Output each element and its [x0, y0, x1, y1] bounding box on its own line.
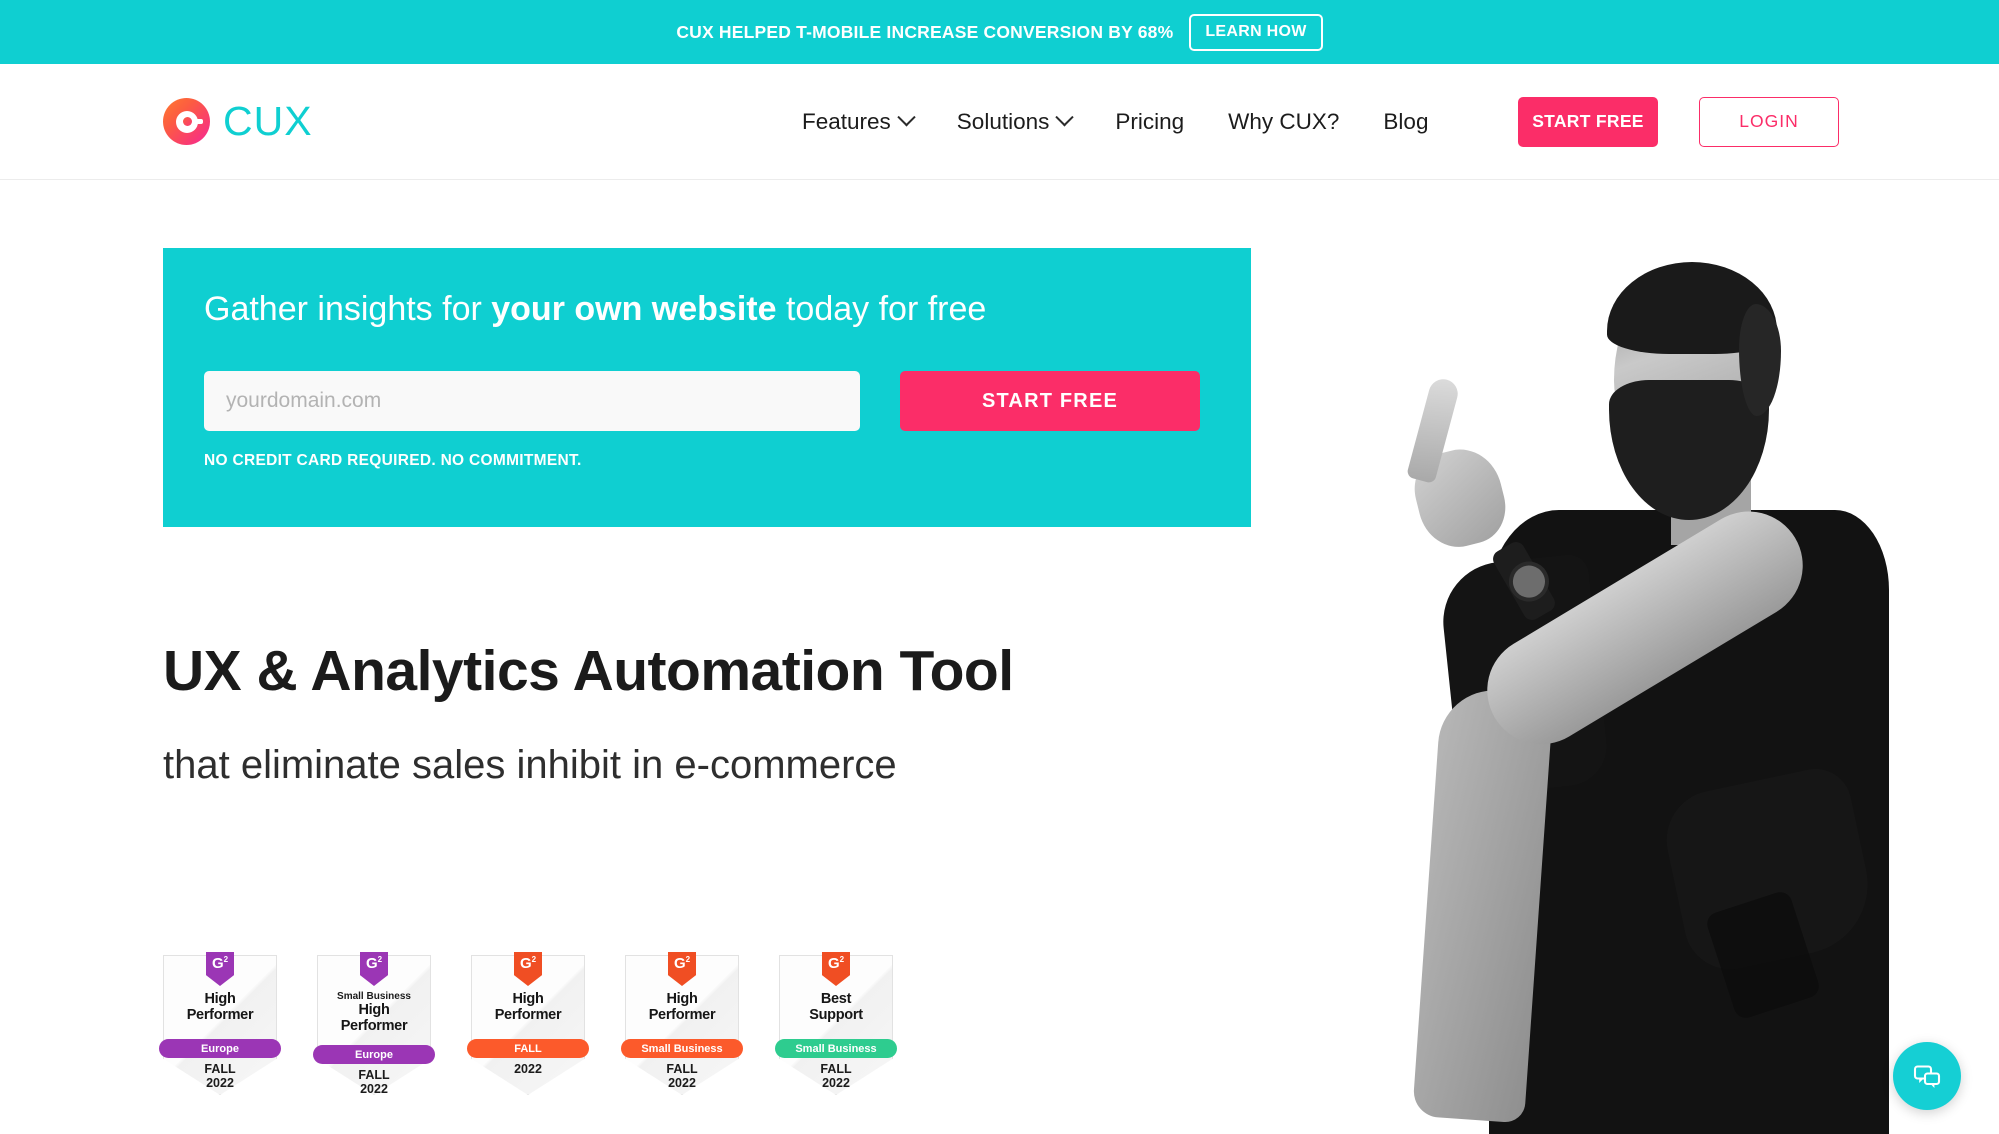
nav-item-blog[interactable]: Blog [1361, 109, 1450, 135]
logo[interactable]: CUX [163, 98, 313, 145]
nav-item-features[interactable]: Features [780, 108, 935, 135]
start-free-header-button[interactable]: START FREE [1518, 96, 1658, 147]
badge-text: High Performer [625, 991, 739, 1023]
domain-input[interactable] [204, 371, 860, 431]
logo-text: CUX [223, 98, 313, 144]
portrait-watch [1489, 538, 1559, 624]
portrait-head [1614, 270, 1766, 466]
announcement-text: CUX HELPED T-MOBILE INCREASE CONVERSION … [676, 21, 1174, 42]
announcement-bar: CUX HELPED T-MOBILE INCREASE CONVERSION … [0, 0, 1999, 64]
nav-label: Why CUX? [1228, 108, 1340, 134]
portrait-neck [1671, 475, 1751, 545]
badge-ribbon: Small Business [621, 1039, 743, 1058]
portrait-shoulder [1437, 552, 1611, 798]
nav-item-why-cux[interactable]: Why CUX? [1206, 109, 1361, 135]
signup-card: Gather insights for your own website tod… [163, 248, 1251, 527]
badge-period-label: FALL 2022 [204, 1062, 236, 1091]
learn-how-button[interactable]: LEARN HOW [1189, 13, 1323, 51]
page-subtitle: that eliminate sales inhibit in e-commer… [163, 743, 897, 787]
g2-badges-row: G2 High Performer Europe FALL 2022 G2 Small Bus… [159, 952, 897, 1097]
nav-item-solutions[interactable]: Solutions [935, 108, 1094, 135]
badge-text: Small Business High Performer [317, 991, 431, 1034]
portrait-forearm [1412, 686, 1554, 1124]
badge-award-label: Best Support [809, 991, 863, 1024]
signup-fine-print: NO CREDIT CARD REQUIRED. NO COMMITMENT. [204, 452, 582, 469]
badge-text: High Performer [471, 991, 585, 1023]
portrait-figure [1299, 260, 1919, 1134]
badge-period-label: 2022 [514, 1062, 542, 1076]
g2-badge[interactable]: G2 High Performer Europe FALL 2022 [159, 952, 281, 1095]
hero-portrait-image [1239, 180, 1999, 1134]
badge-ribbon: FALL [467, 1039, 589, 1058]
badge-period-label: FALL 2022 [820, 1062, 852, 1091]
g2-badge[interactable]: G2 Small Business High Performer Europe FALL 2… [313, 952, 435, 1097]
portrait-pointing-finger [1406, 376, 1461, 484]
signup-submit-button[interactable]: START FREE [900, 371, 1200, 431]
badge-ribbon: Europe [159, 1039, 281, 1058]
portrait-sleeve [1657, 762, 1881, 978]
g2-badge[interactable]: G2 High Performer FALL 2022 [467, 952, 589, 1095]
cux-logo-icon [163, 98, 210, 145]
badge-text: High Performer [163, 991, 277, 1023]
logo-pointer-dot [183, 117, 192, 126]
nav-label: Blog [1383, 108, 1429, 134]
portrait-hair [1607, 262, 1777, 354]
g2-badge[interactable]: G2 Best Support Small Business FALL 2022 [775, 952, 897, 1095]
portrait-tattoo [1704, 889, 1822, 1021]
g2-badge[interactable]: G2 High Performer Small Business FALL 2022 [621, 952, 743, 1095]
badge-award-label: High Performer [648, 991, 716, 1024]
portrait-torso [1489, 510, 1889, 1134]
login-button[interactable]: LOGIN [1699, 96, 1839, 147]
badge-award-label: High Performer [494, 991, 562, 1024]
page-title: UX & Analytics Automation Tool [163, 639, 1014, 703]
chevron-down-icon [1055, 108, 1075, 127]
page-root: CUX HELPED T-MOBILE INCREASE CONVERSION … [0, 0, 1999, 1134]
portrait-hair-side [1739, 304, 1781, 416]
badge-segment-label: Small Business [337, 991, 411, 1002]
badge-text: Best Support [779, 991, 893, 1023]
badge-period-label: FALL 2022 [666, 1062, 698, 1091]
nav-label: Pricing [1115, 108, 1185, 134]
signup-title-bold: your own website [491, 290, 777, 328]
portrait-hand [1406, 441, 1514, 555]
portrait-beard [1609, 380, 1769, 520]
main-nav: Features Solutions Pricing Why CUX? Blog [780, 108, 1450, 135]
chat-widget-button[interactable] [1893, 1042, 1961, 1110]
nav-label: Solutions [956, 108, 1050, 134]
badge-ribbon: Small Business [775, 1039, 897, 1058]
nav-item-pricing[interactable]: Pricing [1093, 109, 1206, 135]
nav-label: Features [802, 108, 891, 134]
portrait-upper-arm [1467, 491, 1823, 765]
chat-bubbles-icon [1913, 1065, 1941, 1088]
badge-ribbon: Europe [313, 1045, 435, 1064]
site-header: CUX Features Solutions Pricing Why CUX? … [0, 64, 1999, 180]
badge-period-label: FALL 2022 [358, 1068, 390, 1097]
signup-title-prefix: Gather insights for [204, 290, 492, 328]
signup-title-suffix: today for free [776, 290, 987, 328]
badge-award-label: High Performer [340, 1002, 408, 1035]
badge-award-label: High Performer [186, 991, 254, 1024]
chevron-down-icon [897, 108, 916, 127]
signup-title: Gather insights for your own website tod… [204, 290, 986, 329]
